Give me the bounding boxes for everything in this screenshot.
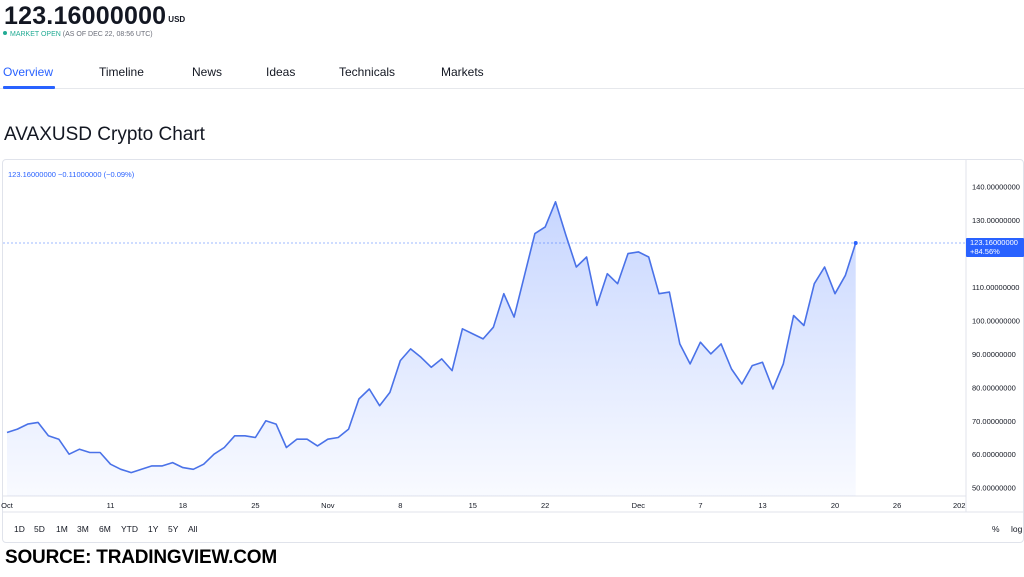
time-axis[interactable]: Oct 11 18 25 Nov 8 15 22 Dec 7 13 20 26 202 bbox=[1, 501, 965, 510]
range-5y-button[interactable]: 5Y bbox=[168, 524, 178, 534]
range-5d-button[interactable]: 5D bbox=[34, 524, 45, 534]
price-axis-tick-label: 50.00000000 bbox=[972, 484, 1016, 493]
price-area-fill bbox=[7, 201, 856, 497]
range-6m-button[interactable]: 6M bbox=[99, 524, 111, 534]
time-axis-tick-label: 18 bbox=[179, 501, 187, 510]
last-price-point bbox=[853, 241, 858, 245]
price-axis-tick-label: 140.00000000 bbox=[972, 183, 1020, 192]
range-bar: 1D 5D 1M 3M 6M YTD 1Y 5Y All % log bbox=[0, 520, 1024, 540]
range-ytd-button[interactable]: YTD bbox=[121, 524, 138, 534]
price-axis-tick-label: 90.00000000 bbox=[972, 350, 1016, 359]
percent-scale-button[interactable]: % bbox=[992, 524, 1000, 534]
source-caption: SOURCE: TRADINGVIEW.COM bbox=[5, 547, 277, 568]
price-chart[interactable]: 140.00000000 130.00000000 110.00000000 100.… bbox=[0, 0, 1024, 577]
range-3m-button[interactable]: 3M bbox=[77, 524, 89, 534]
price-label: 123.16000000 +84.56% bbox=[966, 238, 1024, 257]
time-axis-tick-label: 20 bbox=[831, 501, 839, 510]
price-axis-tick-label: 100.00000000 bbox=[972, 316, 1020, 325]
time-axis-tick-label: 8 bbox=[398, 501, 402, 510]
price-label-change: +84.56% bbox=[970, 247, 1000, 256]
log-scale-button[interactable]: log bbox=[1011, 524, 1022, 534]
price-label-value: 123.16000000 bbox=[970, 238, 1018, 247]
time-axis-tick-label: Dec bbox=[632, 501, 646, 510]
range-1d-button[interactable]: 1D bbox=[14, 524, 25, 534]
time-axis-tick-label: 11 bbox=[107, 501, 115, 510]
time-axis-tick-label: Oct bbox=[1, 501, 14, 510]
price-axis-tick-label: 60.00000000 bbox=[972, 450, 1016, 459]
price-axis-tick-label: 80.00000000 bbox=[972, 383, 1016, 392]
time-axis-tick-label: Nov bbox=[321, 501, 335, 510]
time-axis-tick-label: 202 bbox=[953, 501, 966, 510]
time-axis-tick-label: 15 bbox=[469, 501, 477, 510]
range-all-button[interactable]: All bbox=[188, 524, 197, 534]
price-axis-tick-label: 70.00000000 bbox=[972, 417, 1016, 426]
price-axis-tick-label: 110.00000000 bbox=[972, 283, 1019, 292]
time-axis-tick-label: 7 bbox=[698, 501, 702, 510]
time-axis-tick-label: 26 bbox=[893, 501, 901, 510]
price-axis-tick-label: 130.00000000 bbox=[972, 216, 1020, 225]
range-1m-button[interactable]: 1M bbox=[56, 524, 68, 534]
range-1y-button[interactable]: 1Y bbox=[148, 524, 158, 534]
time-axis-tick-label: 13 bbox=[758, 501, 766, 510]
price-axis[interactable]: 140.00000000 130.00000000 110.00000000 100.… bbox=[972, 183, 1020, 493]
time-axis-tick-label: 22 bbox=[541, 501, 549, 510]
chart-legend: 123.16000000 −0.11000000 (−0.09%) bbox=[8, 170, 135, 179]
time-axis-tick-label: 25 bbox=[251, 501, 259, 510]
